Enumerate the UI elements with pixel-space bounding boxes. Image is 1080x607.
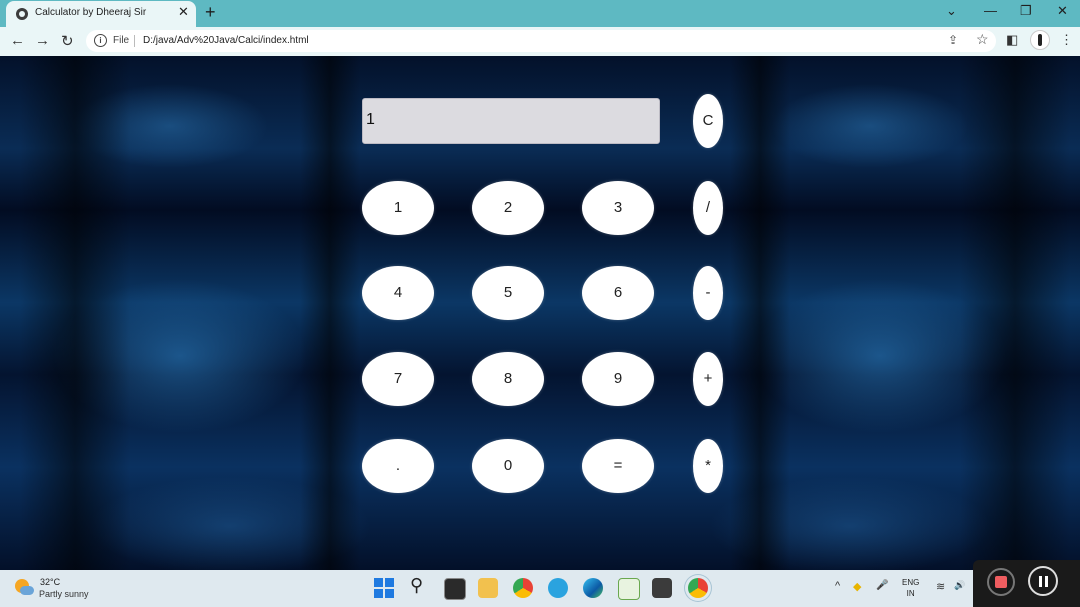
cloud-icon xyxy=(20,586,34,595)
site-info-icon[interactable]: i xyxy=(94,34,107,47)
digit-4-button[interactable]: 4 xyxy=(362,266,434,320)
equals-button[interactable]: = xyxy=(582,439,654,493)
calculator-display[interactable]: 1 xyxy=(362,98,660,144)
url-text[interactable]: D:/java/Adv%20Java/Calci/index.html xyxy=(143,35,309,46)
file-explorer-icon[interactable] xyxy=(478,578,498,598)
windows-start-icon[interactable] xyxy=(374,578,394,598)
weather-condition[interactable]: Partly sunny xyxy=(39,589,89,599)
volume-icon[interactable]: 🔊 xyxy=(954,580,965,591)
sublime-text-icon[interactable] xyxy=(652,578,672,598)
browser-toolbar: ← → ↻ i File D:/java/Adv%20Java/Calci/in… xyxy=(0,27,1080,56)
lang-top: ENG xyxy=(902,578,920,587)
digit-1-button[interactable]: 1 xyxy=(362,181,434,235)
weather-temperature[interactable]: 32°C xyxy=(40,577,60,587)
bg-band xyxy=(20,56,130,570)
plus-button[interactable]: + xyxy=(693,352,723,406)
tray-overflow-icon[interactable]: ^ xyxy=(835,580,840,592)
tab-close-icon[interactable]: ✕ xyxy=(178,4,189,20)
browser-window: Calculator by Dheeraj Sir ✕ + ⌄ — ❐ ✕ ← … xyxy=(0,0,1080,607)
bookmark-star-icon[interactable]: ☆ xyxy=(976,31,989,48)
multiply-button[interactable]: * xyxy=(693,439,723,493)
tab-search-icon[interactable]: ⌄ xyxy=(946,3,957,19)
bg-band xyxy=(730,56,790,570)
calculator-page: 1 C 1 2 3 / 4 5 6 - 7 8 9 + . 0 = * xyxy=(0,56,1080,570)
chrome-active-icon[interactable] xyxy=(688,578,708,598)
terminal-icon[interactable] xyxy=(444,578,466,600)
language-indicator[interactable]: ENG IN xyxy=(902,577,919,599)
digit-2-button[interactable]: 2 xyxy=(472,181,544,235)
globe-icon xyxy=(16,8,28,20)
notepad-icon[interactable] xyxy=(618,578,640,600)
chrome-icon[interactable] xyxy=(513,578,533,598)
divide-button[interactable]: / xyxy=(693,181,723,235)
reload-icon[interactable]: ↻ xyxy=(61,32,74,50)
search-icon[interactable]: ⚲ xyxy=(410,575,423,596)
clear-button[interactable]: C xyxy=(693,94,723,148)
edge-icon[interactable] xyxy=(583,578,603,598)
digit-7-button[interactable]: 7 xyxy=(362,352,434,406)
pause-record-button[interactable] xyxy=(1028,566,1058,596)
microphone-icon[interactable]: 🎤 xyxy=(876,580,888,591)
digit-3-button[interactable]: 3 xyxy=(582,181,654,235)
bg-band xyxy=(960,56,1070,570)
decimal-button[interactable]: . xyxy=(362,439,434,493)
windows-logo-tile xyxy=(374,589,383,598)
tab-title: Calculator by Dheeraj Sir xyxy=(35,7,147,18)
minus-button[interactable]: - xyxy=(693,266,723,320)
digit-6-button[interactable]: 6 xyxy=(582,266,654,320)
screen-recorder-panel xyxy=(973,560,1080,607)
weather-icon[interactable] xyxy=(15,579,34,597)
digit-8-button[interactable]: 8 xyxy=(472,352,544,406)
menu-icon[interactable]: ⋮ xyxy=(1060,32,1073,48)
windows-taskbar: 32°C Partly sunny ⚲ ^ ◆ 🎤 ENG IN ≋ 🔊 xyxy=(0,570,1080,607)
address-divider xyxy=(134,35,135,47)
wifi-icon[interactable]: ≋ xyxy=(936,580,945,593)
restore-button[interactable]: ❐ xyxy=(1020,3,1032,19)
digit-5-button[interactable]: 5 xyxy=(472,266,544,320)
windows-logo-tile xyxy=(374,578,383,587)
lang-bottom: IN xyxy=(906,589,915,598)
back-icon[interactable]: ← xyxy=(10,32,25,49)
address-bar[interactable]: i File D:/java/Adv%20Java/Calci/index.ht… xyxy=(86,30,996,52)
digit-9-button[interactable]: 9 xyxy=(582,352,654,406)
file-label: File xyxy=(113,35,130,46)
stop-record-button[interactable] xyxy=(987,568,1015,596)
telegram-icon[interactable] xyxy=(548,578,568,598)
windows-logo-tile xyxy=(385,589,394,598)
profile-avatar[interactable] xyxy=(1030,30,1050,50)
close-window-button[interactable]: ✕ xyxy=(1057,3,1068,19)
bg-band xyxy=(300,56,360,570)
new-tab-button[interactable]: + xyxy=(205,2,216,23)
tray-app-icon[interactable]: ◆ xyxy=(853,580,861,593)
side-panel-icon[interactable]: ◧ xyxy=(1006,32,1018,48)
tab-strip: Calculator by Dheeraj Sir ✕ + ⌄ — ❐ ✕ xyxy=(0,0,1080,27)
minimize-button[interactable]: — xyxy=(984,3,997,18)
windows-logo-tile xyxy=(385,578,394,587)
forward-icon[interactable]: → xyxy=(35,32,50,49)
digit-0-button[interactable]: 0 xyxy=(472,439,544,493)
tab-calculator[interactable]: Calculator by Dheeraj Sir ✕ xyxy=(6,1,196,27)
share-icon[interactable]: ⇪ xyxy=(948,33,958,47)
